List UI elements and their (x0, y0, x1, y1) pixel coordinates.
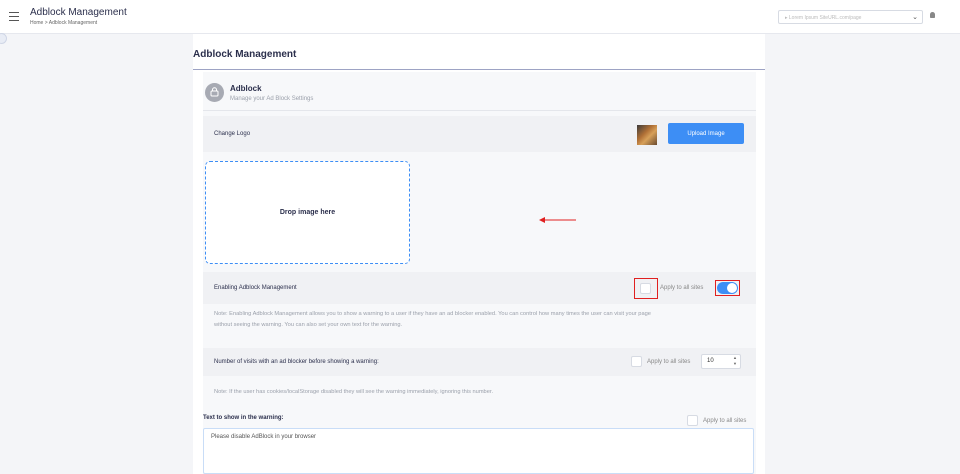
change-logo-label: Change Logo (214, 131, 251, 137)
visits-label: Number of visits with an ad blocker befo… (214, 359, 379, 365)
card-avatar (205, 83, 224, 102)
upload-image-button[interactable]: Upload Image (668, 123, 744, 144)
top-bar: Adblock Management Home > Adblock Manage… (0, 0, 960, 34)
enable-apply-all-checkbox[interactable] (640, 283, 651, 294)
breadcrumb-separator: > (44, 20, 48, 26)
card-divider (203, 110, 756, 111)
warning-text-label: Text to show in the warning: (203, 415, 284, 421)
dropzone-text: Drop image here (279, 209, 336, 216)
change-logo-row: Change Logo Upload Image (203, 116, 756, 152)
enable-note-line2: without seeing the warning. You can also… (214, 322, 403, 328)
visits-number-value: 10 (707, 358, 714, 364)
number-stepper-icon[interactable]: ▲ ▼ (733, 355, 737, 367)
annotation-arrow-icon (539, 217, 576, 223)
breadcrumb-home[interactable]: Home (30, 20, 43, 26)
enable-note: Note: Enabling Adblock Management allows… (214, 309, 651, 331)
title-divider (193, 69, 765, 70)
site-select-value: ▸ Lorem Ipsum SiteURL.com/page (785, 15, 862, 21)
enable-note-line1: Note: Enabling Adblock Management allows… (214, 311, 651, 317)
card-subtitle: Manage your Ad Block Settings (230, 96, 314, 102)
toggle-highlight (715, 280, 740, 296)
adblock-card: Adblock Manage your Ad Block Settings Ch… (203, 72, 756, 474)
breadcrumb-current: Adblock Management (48, 20, 98, 26)
enable-adblock-label: Enabling Adblock Management (214, 285, 297, 291)
bell-icon[interactable] (930, 12, 935, 18)
lock-icon (210, 87, 219, 97)
warning-apply-all-checkbox[interactable] (687, 415, 698, 426)
warning-apply-all-label: Apply to all sites (703, 418, 747, 424)
main-panel: Adblock Management Adblock Manage your A… (193, 34, 765, 474)
sidebar-toggle[interactable] (0, 33, 7, 44)
hamburger-menu-icon[interactable] (9, 12, 19, 21)
logo-thumbnail (637, 125, 657, 145)
visits-number-input[interactable]: 10 ▲ ▼ (701, 354, 741, 369)
visits-row: Number of visits with an ad blocker befo… (203, 348, 756, 376)
app-title: Adblock Management (30, 7, 127, 18)
breadcrumb: Home > Adblock Management (30, 20, 97, 26)
visits-note: Note: If the user has cookies/localStora… (214, 389, 494, 395)
image-dropzone[interactable]: Drop image here (205, 161, 410, 264)
page-title: Adblock Management (193, 49, 297, 60)
enable-adblock-row: Enabling Adblock Management Apply to all… (203, 272, 756, 304)
card-title: Adblock (230, 84, 262, 93)
site-select[interactable]: ▸ Lorem Ipsum SiteURL.com/page ⌄ (778, 10, 923, 24)
chevron-down-icon: ⌄ (912, 14, 918, 21)
visits-apply-all-label: Apply to all sites (647, 359, 691, 365)
toggle-knob (727, 283, 737, 293)
enable-adblock-toggle[interactable] (717, 282, 738, 294)
visits-apply-all-checkbox[interactable] (631, 356, 642, 367)
enable-apply-all-label: Apply to all sites (660, 285, 704, 291)
warning-text-area[interactable]: Please disable AdBlock in your browser (203, 428, 754, 474)
highlight-box (634, 278, 658, 299)
